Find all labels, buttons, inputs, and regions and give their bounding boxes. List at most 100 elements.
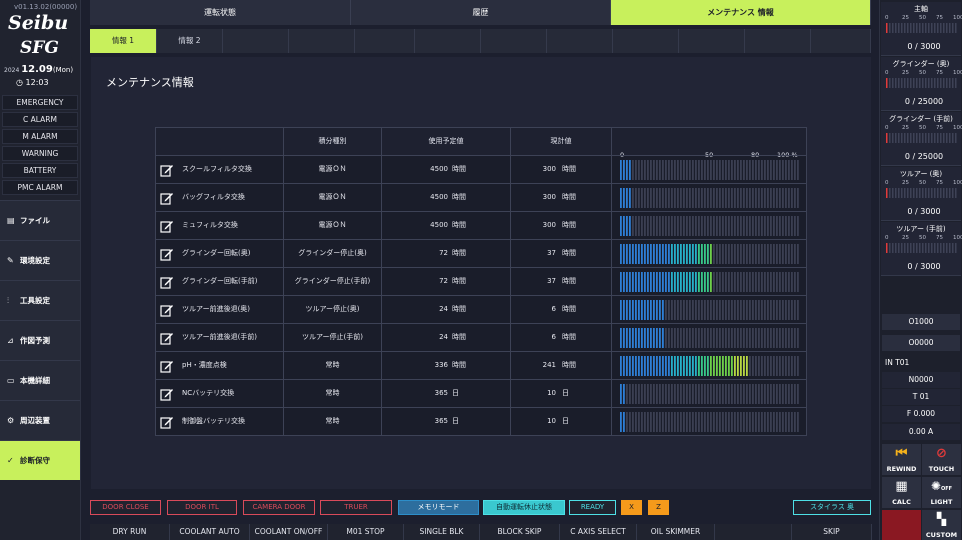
- progress-segment: [737, 188, 739, 208]
- progress-segment: [704, 412, 706, 432]
- progress-segment: [728, 272, 730, 292]
- time-label: 12:03: [25, 78, 49, 87]
- fkey-oil-skimmer[interactable]: OIL SKIMMER: [637, 524, 715, 540]
- alarm-m-alarm: M ALARM: [2, 129, 78, 144]
- progress-segment: [770, 412, 772, 432]
- progress-segment: [692, 412, 694, 432]
- tab-maintenance-info[interactable]: メンテナンス 情報: [611, 0, 871, 25]
- progress-segment: [692, 188, 694, 208]
- edit-icon[interactable]: [160, 330, 174, 345]
- progress-segment: [758, 328, 760, 348]
- nav-item-1[interactable]: ▤ ファイル: [0, 200, 80, 240]
- progress-segment: [641, 356, 643, 376]
- fkey-skip[interactable]: SKIP: [792, 524, 872, 540]
- gauge-segment: [886, 243, 888, 253]
- gauge-bar: [886, 23, 957, 33]
- nav-item-4[interactable]: ⊿ 作図予測: [0, 320, 80, 360]
- progress-segment: [668, 244, 670, 264]
- progress-segment: [692, 300, 694, 320]
- fkey-block-skip[interactable]: BLOCK SKIP: [480, 524, 560, 540]
- progress-segment: [749, 272, 751, 292]
- subtab-empty: [289, 29, 355, 53]
- progress-segment: [743, 328, 745, 348]
- progress-segment: [641, 160, 643, 180]
- status-door-close[interactable]: DOOR CLOSE: [90, 500, 161, 515]
- status-camera-door[interactable]: CAMERA DOOR: [243, 500, 315, 515]
- subtab-info1[interactable]: 情報 1: [90, 29, 157, 53]
- progress-segment: [797, 412, 799, 432]
- touch-button[interactable]: ⊘ TOUCH: [922, 444, 961, 475]
- status-truer[interactable]: TRUER: [320, 500, 392, 515]
- status-ready[interactable]: READY: [569, 500, 616, 515]
- row-current-unit: 時間: [562, 249, 576, 257]
- progress-segment: [740, 328, 742, 348]
- progress-segment: [653, 160, 655, 180]
- light-button[interactable]: ✺OFF LIGHT: [922, 477, 961, 508]
- progress-segment: [638, 384, 640, 404]
- status-z[interactable]: Z: [648, 500, 669, 515]
- status-メモリモード[interactable]: メモリモード: [398, 500, 479, 515]
- edit-icon[interactable]: [160, 274, 174, 289]
- gauge-value: 0 / 25000: [904, 152, 944, 161]
- status-自動運転休止状態[interactable]: 自動運転休止状態: [483, 500, 565, 515]
- fkey-c-axis-select[interactable]: C AXIS SELECT: [560, 524, 637, 540]
- fkey-dry-run[interactable]: DRY RUN: [90, 524, 170, 540]
- status-door-itl[interactable]: DOOR ITL: [167, 500, 237, 515]
- nav-item-6[interactable]: ⚙ 周辺装置: [0, 400, 80, 440]
- custom-button[interactable]: ▚ CUSTOM: [922, 510, 961, 540]
- fkey-coolant-auto[interactable]: COOLANT AUTO: [170, 524, 250, 540]
- row-plan-unit: 日: [452, 417, 459, 425]
- progress-segment: [740, 356, 742, 376]
- gauge-segment: [898, 78, 900, 88]
- edit-icon[interactable]: [160, 246, 174, 261]
- gauge-segment: [901, 78, 903, 88]
- fkey-empty[interactable]: [715, 524, 792, 540]
- subtab-empty: [415, 29, 481, 53]
- edit-icon[interactable]: [160, 218, 174, 233]
- status-スタイラス-奥[interactable]: スタイラス 奥: [793, 500, 871, 515]
- progress-segment: [623, 300, 625, 320]
- subtab-empty: [481, 29, 547, 53]
- edit-icon[interactable]: [160, 162, 174, 177]
- edit-icon[interactable]: [160, 386, 174, 401]
- nav-item-2[interactable]: ✎ 環境設定: [0, 240, 80, 280]
- edit-icon[interactable]: [160, 190, 174, 205]
- sliders-icon: ⫶: [7, 296, 9, 305]
- maintenance-table: 積分種別 使用予定値 現計値 0 50 80 100 % スクールフィルタ交換電…: [155, 127, 807, 436]
- row-plan-value: 72: [439, 277, 448, 285]
- progress-segment: [632, 300, 634, 320]
- progress-segment: [734, 384, 736, 404]
- progress-segment: [719, 412, 721, 432]
- subtab-info2[interactable]: 情報 2: [157, 29, 223, 53]
- nav-item-3[interactable]: ⫶ 工具設定: [0, 280, 80, 320]
- fkey-coolant-on-off[interactable]: COOLANT ON/OFF: [250, 524, 328, 540]
- fkey-single-blk[interactable]: SINGLE BLK: [404, 524, 480, 540]
- nav-item-7[interactable]: ✓ 診断保守: [0, 440, 80, 480]
- edit-icon[interactable]: [160, 414, 174, 429]
- progress-segment: [674, 188, 676, 208]
- status-x[interactable]: X: [621, 500, 642, 515]
- rewind-button[interactable]: ⏮ REWIND: [882, 444, 921, 475]
- gauge-segment: [892, 133, 894, 143]
- progress-segment: [707, 160, 709, 180]
- gauge-segment: [889, 23, 891, 33]
- progress-segment: [635, 216, 637, 236]
- fkey-m01-stop[interactable]: M01 STOP: [328, 524, 404, 540]
- progress-segment: [680, 384, 682, 404]
- progress-segment: [710, 216, 712, 236]
- red-indicator-button[interactable]: [882, 510, 921, 540]
- edit-icon[interactable]: [160, 302, 174, 317]
- header-current: 現計値: [511, 128, 612, 155]
- progress-segment: [719, 356, 721, 376]
- progress-segment: [671, 188, 673, 208]
- calc-button[interactable]: ▦ CALC: [882, 477, 921, 508]
- row-plan-cell: 4500 時間: [382, 156, 511, 183]
- progress-segment: [644, 188, 646, 208]
- tab-history[interactable]: 履歴: [351, 0, 611, 25]
- progress-segment: [683, 356, 685, 376]
- gauge-segment: [952, 188, 954, 198]
- tab-operation-status[interactable]: 運転状態: [90, 0, 351, 25]
- edit-icon[interactable]: [160, 358, 174, 373]
- gauge-segment: [916, 243, 918, 253]
- nav-item-5[interactable]: ▭ 本機詳細: [0, 360, 80, 400]
